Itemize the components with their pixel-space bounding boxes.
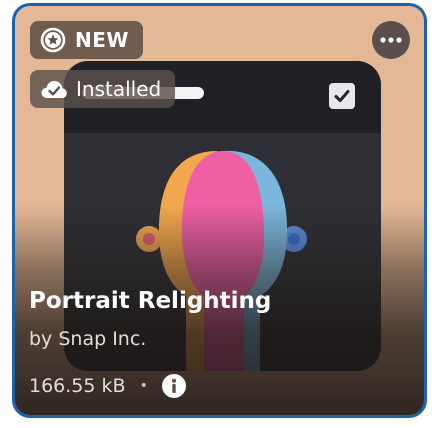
lens-meta-row: 166.55 kB •	[29, 374, 186, 398]
installed-badge: Installed	[30, 70, 176, 108]
installed-badge-label: Installed	[76, 77, 162, 101]
gear-star-icon	[40, 27, 66, 53]
new-badge-label: NEW	[75, 28, 129, 52]
more-options-button[interactable]	[372, 21, 410, 59]
ellipsis-icon	[380, 37, 402, 43]
info-button[interactable]	[161, 374, 186, 398]
cloud-check-icon	[41, 81, 67, 98]
new-badge: NEW	[30, 21, 143, 59]
meta-separator: •	[139, 378, 148, 394]
lens-card[interactable]: NEW Installed Portrait Relighting by Sna…	[12, 3, 427, 418]
file-size: 166.55 kB	[29, 375, 126, 397]
lens-title: Portrait Relighting	[29, 288, 272, 314]
info-icon	[171, 378, 176, 393]
lens-author: by Snap Inc.	[29, 328, 147, 350]
